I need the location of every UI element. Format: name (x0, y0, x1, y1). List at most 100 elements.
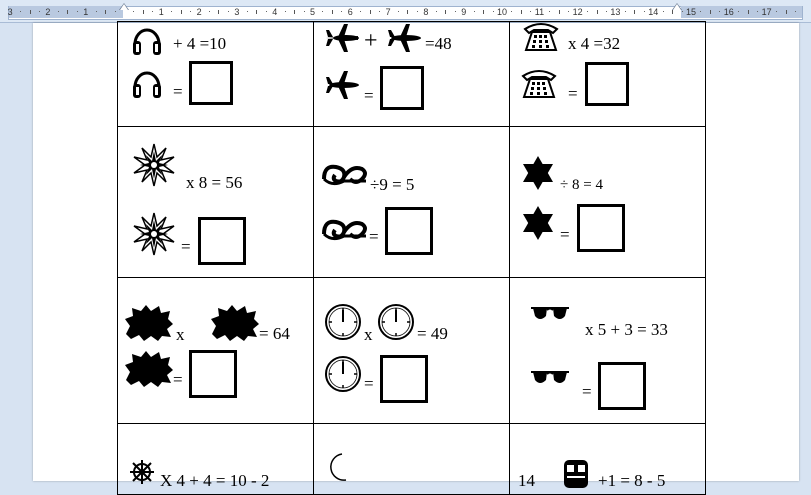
cell-cloud: x = 64 = (117, 277, 314, 424)
horizontal-ruler[interactable]: 3 2 1 1 2 3 4 5 6 7 8 9 10 11 12 13 14 15 16 17 (0, 0, 811, 23)
ruler-tick (795, 11, 796, 12)
cell-telephone: x 4 =32 = (509, 21, 706, 127)
multiply-sign: x (364, 325, 373, 344)
ruler-tick (634, 10, 635, 14)
ruler-tick (152, 11, 153, 12)
clock-icon (378, 304, 414, 340)
equals-sign: = (173, 82, 183, 101)
answer-box[interactable] (385, 207, 433, 255)
ruler-tick (171, 11, 172, 12)
equation-text: 14 (518, 471, 535, 490)
ruler-tick (304, 11, 305, 12)
answer-box[interactable] (577, 204, 625, 252)
document-page[interactable]: + 4 =10 = + =48 = x 4 =32 = x 8 = 56 = ÷… (33, 21, 799, 495)
ruler-number: 12 (572, 7, 583, 17)
cell-headphones: + 4 =10 = (117, 21, 314, 127)
cell-wheel: X 4 + 4 = 10 - 2 (117, 423, 314, 495)
ruler-tick (776, 11, 777, 12)
ruler-number: 3 (7, 7, 13, 17)
ruler-tick (606, 11, 607, 12)
ruler-number: 1 (83, 7, 89, 17)
ruler-tick (96, 11, 97, 12)
ruler-tick (436, 11, 437, 12)
equals-sign: = (568, 84, 578, 103)
equation-text: = 64 (259, 324, 290, 343)
jagged-cloud-icon (211, 305, 259, 341)
six-pointed-star-icon (523, 206, 553, 240)
ruler-number: 8 (423, 7, 429, 17)
cell-sunglasses: x 5 + 3 = 33 = (509, 277, 706, 424)
equation-text: + 4 =10 (173, 34, 227, 53)
equation-text: ÷9 = 5 (370, 175, 415, 194)
sunglasses-icon (531, 371, 569, 383)
answer-box[interactable] (380, 355, 428, 403)
airplane-icon (326, 24, 359, 52)
ruler-tick (256, 10, 257, 14)
ruler-tick (445, 10, 446, 14)
ruler-tick (682, 11, 683, 12)
train-icon (564, 460, 588, 488)
ruler-tick (341, 11, 342, 12)
ruler-tick (115, 11, 116, 12)
ruler-tick (568, 11, 569, 12)
ruler-tick (360, 11, 361, 12)
ruler-tick (133, 11, 134, 12)
airplane-icon (326, 71, 359, 99)
cell-scroll: ÷9 = 5 = (313, 126, 510, 278)
ruler-tick (285, 11, 286, 12)
multiply-sign: x (176, 325, 185, 344)
equation-text: ÷ 8 = 4 (560, 177, 603, 193)
ruler-number: 5 (310, 7, 316, 17)
cell-star: ÷ 8 = 4 = (509, 126, 706, 278)
ruler-number: 7 (385, 7, 391, 17)
ruler-tick (370, 10, 371, 14)
ruler-tick (247, 11, 248, 12)
answer-box[interactable] (198, 217, 246, 265)
answer-box[interactable] (380, 66, 424, 110)
ruler-tick (710, 10, 711, 14)
scroll-ornament-icon (322, 164, 367, 186)
ruler-tick (322, 11, 323, 12)
ruler-tick (105, 10, 106, 14)
answer-box[interactable] (598, 362, 646, 410)
ruler-tick (455, 11, 456, 12)
ruler-tick (738, 11, 739, 12)
ruler-tick (530, 11, 531, 12)
equation-text: X 4 + 4 = 10 - 2 (160, 471, 270, 490)
answer-box[interactable] (585, 62, 629, 106)
ruler-tick (700, 11, 701, 12)
ruler-tick (143, 10, 144, 14)
ruler-tick (209, 11, 210, 12)
ruler-tick (379, 11, 380, 12)
ruler-tick (719, 11, 720, 12)
answer-box[interactable] (189, 61, 233, 105)
cell-moon (313, 423, 510, 495)
starburst-icon (133, 212, 175, 256)
ruler-tick (20, 11, 21, 12)
clock-icon (325, 356, 361, 392)
ruler-tick (625, 11, 626, 12)
ship-wheel-icon (130, 460, 154, 484)
ruler-tick (228, 11, 229, 12)
ruler-tick (511, 11, 512, 12)
starburst-icon (133, 143, 175, 187)
equation-text: +1 = 8 - 5 (598, 471, 666, 490)
ruler-tick (757, 11, 758, 12)
ruler-tick (332, 10, 333, 14)
ruler-tick (407, 10, 408, 14)
ruler-number: 6 (347, 7, 353, 17)
cell-train: 14 +1 = 8 - 5 (509, 423, 706, 495)
equals-sign: = (560, 225, 570, 244)
cell-airplane: + =48 = (313, 21, 510, 127)
ruler-tick (58, 11, 59, 12)
cell-clock: x = 49 = (313, 277, 510, 424)
right-indent-marker[interactable] (672, 3, 682, 19)
ruler-tick (181, 10, 182, 14)
equals-sign: = (364, 374, 374, 393)
airplane-icon (388, 24, 421, 52)
ruler-tick (474, 11, 475, 12)
ruler-number: 3 (234, 7, 240, 17)
first-line-indent-marker[interactable] (119, 3, 129, 19)
equation-text: =48 (425, 34, 452, 53)
answer-box[interactable] (189, 350, 237, 398)
